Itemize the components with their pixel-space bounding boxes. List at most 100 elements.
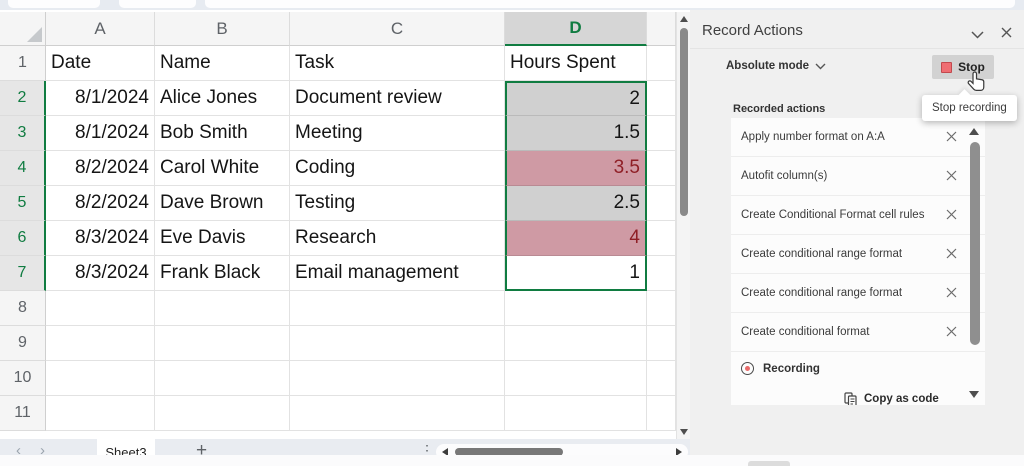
cell-c9[interactable] bbox=[290, 326, 505, 361]
column-header-a[interactable]: A bbox=[46, 12, 155, 46]
cell-a6[interactable]: 8/3/2024 bbox=[46, 221, 155, 256]
row-header-8[interactable]: 8 bbox=[0, 291, 46, 326]
close-icon[interactable] bbox=[1001, 25, 1012, 43]
cell-c5[interactable]: Testing bbox=[290, 186, 505, 221]
collapse-panel-button[interactable] bbox=[971, 26, 984, 44]
delete-action-icon[interactable] bbox=[946, 170, 957, 184]
column-header-b[interactable]: B bbox=[155, 12, 290, 46]
scroll-down-icon[interactable] bbox=[680, 429, 688, 435]
status-strip bbox=[0, 455, 1024, 466]
cell-c10[interactable] bbox=[290, 361, 505, 396]
cell-b7[interactable]: Frank Black bbox=[155, 256, 290, 291]
cell-e2[interactable] bbox=[647, 81, 676, 116]
cell-c1[interactable]: Task bbox=[290, 46, 505, 81]
cell-e5[interactable] bbox=[647, 186, 676, 221]
copy-icon bbox=[844, 392, 857, 406]
status-strip-fragment bbox=[748, 461, 790, 466]
cell-a3[interactable]: 8/1/2024 bbox=[46, 116, 155, 151]
cell-e7[interactable] bbox=[647, 256, 676, 291]
cell-b2[interactable]: Alice Jones bbox=[155, 81, 290, 116]
column-header-c[interactable]: C bbox=[290, 12, 505, 46]
scroll-up-icon[interactable] bbox=[680, 16, 688, 22]
mode-label: Absolute mode bbox=[726, 60, 809, 72]
cell-d5-selected[interactable]: 2.5 bbox=[505, 186, 647, 221]
cell-a8[interactable] bbox=[46, 291, 155, 326]
cell-a5[interactable]: 8/2/2024 bbox=[46, 186, 155, 221]
cell-b1[interactable]: Name bbox=[155, 46, 290, 81]
delete-action-icon[interactable] bbox=[946, 287, 957, 301]
cell-b4[interactable]: Carol White bbox=[155, 151, 290, 186]
cell-e3[interactable] bbox=[647, 116, 676, 151]
row-header-9[interactable]: 9 bbox=[0, 326, 46, 361]
row-header-2[interactable]: 2 bbox=[0, 81, 46, 116]
row-header-11[interactable]: 11 bbox=[0, 396, 46, 431]
row-header-6[interactable]: 6 bbox=[0, 221, 46, 256]
row-header-3[interactable]: 3 bbox=[0, 116, 46, 151]
cell-e6[interactable] bbox=[647, 221, 676, 256]
row-header-4[interactable]: 4 bbox=[0, 151, 46, 186]
cell-b3[interactable]: Bob Smith bbox=[155, 116, 290, 151]
cell-c2[interactable]: Document review bbox=[290, 81, 505, 116]
cell-b11[interactable] bbox=[155, 396, 290, 431]
cell-c11[interactable] bbox=[290, 396, 505, 431]
delete-action-icon[interactable] bbox=[946, 209, 957, 223]
delete-action-icon[interactable] bbox=[946, 131, 957, 145]
delete-action-icon[interactable] bbox=[946, 248, 957, 262]
cell-d2-selected[interactable]: 2 bbox=[505, 81, 647, 116]
cell-b8[interactable] bbox=[155, 291, 290, 326]
cell-d9[interactable] bbox=[505, 326, 647, 361]
list-scroll-down-icon[interactable] bbox=[969, 391, 979, 398]
cell-b10[interactable] bbox=[155, 361, 290, 396]
tooltip-text: Stop recording bbox=[932, 102, 1007, 114]
table-row: 7 8/3/2024 Frank Black Email management … bbox=[0, 256, 676, 291]
copy-as-code-label: Copy as code bbox=[864, 393, 939, 405]
cell-d7-active[interactable]: 1 bbox=[505, 256, 647, 291]
cell-c3[interactable]: Meeting bbox=[290, 116, 505, 151]
cell-b6[interactable]: Eve Davis bbox=[155, 221, 290, 256]
delete-action-icon[interactable] bbox=[946, 326, 957, 340]
list-scroll-up-icon[interactable] bbox=[969, 128, 979, 135]
select-all-triangle-icon bbox=[27, 27, 42, 42]
cell-d1[interactable]: Hours Spent bbox=[505, 46, 647, 81]
stop-square-icon bbox=[941, 62, 952, 73]
list-scrollbar-thumb[interactable] bbox=[970, 142, 980, 345]
cell-b9[interactable] bbox=[155, 326, 290, 361]
column-header-d-selected[interactable]: D bbox=[505, 12, 647, 46]
cell-a9[interactable] bbox=[46, 326, 155, 361]
cell-e10[interactable] bbox=[647, 361, 676, 396]
cell-a2[interactable]: 8/1/2024 bbox=[46, 81, 155, 116]
mode-dropdown[interactable]: Absolute mode bbox=[726, 60, 826, 72]
vertical-scrollbar-thumb[interactable] bbox=[680, 28, 688, 216]
cell-d10[interactable] bbox=[505, 361, 647, 396]
cell-a10[interactable] bbox=[46, 361, 155, 396]
cell-c4[interactable]: Coding bbox=[290, 151, 505, 186]
cell-d8[interactable] bbox=[505, 291, 647, 326]
cell-e1[interactable] bbox=[647, 46, 676, 81]
record-actions-panel: Record Actions Absolute mode Stop Stop r… bbox=[690, 10, 1024, 455]
cell-b5[interactable]: Dave Brown bbox=[155, 186, 290, 221]
cell-e8[interactable] bbox=[647, 291, 676, 326]
cell-e4[interactable] bbox=[647, 151, 676, 186]
copy-as-code-button[interactable]: Copy as code bbox=[731, 385, 985, 405]
row-header-1[interactable]: 1 bbox=[0, 46, 46, 81]
cell-a4[interactable]: 8/2/2024 bbox=[46, 151, 155, 186]
cell-d4-conditional-highlight[interactable]: 3.5 bbox=[505, 151, 647, 186]
cell-a7[interactable]: 8/3/2024 bbox=[46, 256, 155, 291]
cell-d3-selected[interactable]: 1.5 bbox=[505, 116, 647, 151]
recorded-actions-heading: Recorded actions bbox=[733, 103, 825, 115]
row-header-7[interactable]: 7 bbox=[0, 256, 46, 291]
cell-e9[interactable] bbox=[647, 326, 676, 361]
row-header-5[interactable]: 5 bbox=[0, 186, 46, 221]
cell-d11[interactable] bbox=[505, 396, 647, 431]
cell-a11[interactable] bbox=[46, 396, 155, 431]
row-header-10[interactable]: 10 bbox=[0, 361, 46, 396]
select-all-corner[interactable] bbox=[0, 12, 46, 46]
vertical-scrollbar[interactable] bbox=[676, 12, 690, 439]
cell-d6-conditional-highlight[interactable]: 4 bbox=[505, 221, 647, 256]
cell-c6[interactable]: Research bbox=[290, 221, 505, 256]
cell-a1[interactable]: Date bbox=[46, 46, 155, 81]
cell-e11[interactable] bbox=[647, 396, 676, 431]
column-header-partial[interactable] bbox=[647, 12, 676, 46]
cell-c8[interactable] bbox=[290, 291, 505, 326]
cell-c7[interactable]: Email management bbox=[290, 256, 505, 291]
